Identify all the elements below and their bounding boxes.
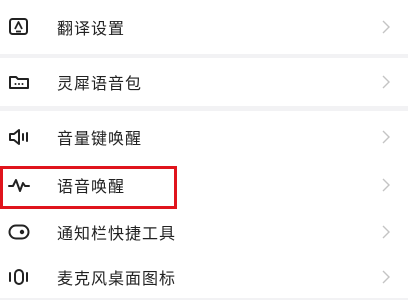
settings-group-wakeup: 音量键唤醒 语音唤醒 通知栏快捷工具 麦克风桌面图标 bbox=[0, 111, 408, 298]
settings-item-label: 翻译设置 bbox=[57, 19, 126, 38]
chevron-right-icon bbox=[380, 176, 392, 194]
chevron-right-icon bbox=[380, 73, 392, 91]
settings-group-translate: 翻译设置 bbox=[0, 0, 408, 54]
voice-wave-icon bbox=[6, 172, 32, 198]
settings-item-translate[interactable]: 翻译设置 bbox=[0, 4, 408, 50]
settings-item-volume-key-wakeup[interactable]: 音量键唤醒 bbox=[0, 114, 408, 160]
settings-item-voice-pack[interactable]: 灵犀语音包 bbox=[0, 59, 408, 105]
notification-toggle-icon bbox=[6, 219, 32, 245]
chevron-right-icon bbox=[380, 268, 392, 286]
settings-item-voice-wakeup[interactable]: 语音唤醒 bbox=[0, 162, 408, 208]
settings-item-microphone-desktop-icon[interactable]: 麦克风桌面图标 bbox=[0, 254, 408, 300]
microphone-desktop-icon bbox=[6, 264, 32, 290]
settings-item-label: 麦克风桌面图标 bbox=[57, 269, 177, 288]
chevron-right-icon bbox=[380, 18, 392, 36]
translate-icon bbox=[6, 14, 32, 40]
chevron-right-icon bbox=[380, 223, 392, 241]
chevron-right-icon bbox=[380, 128, 392, 146]
voice-pack-icon bbox=[6, 69, 32, 95]
settings-item-label: 灵犀语音包 bbox=[57, 74, 143, 93]
settings-item-label: 语音唤醒 bbox=[57, 177, 126, 196]
settings-item-label: 音量键唤醒 bbox=[57, 129, 143, 148]
settings-item-notification-tools[interactable]: 通知栏快捷工具 bbox=[0, 209, 408, 255]
volume-key-icon bbox=[6, 124, 32, 150]
settings-item-label: 通知栏快捷工具 bbox=[57, 224, 177, 243]
settings-group-voice-pack: 灵犀语音包 bbox=[0, 58, 408, 106]
